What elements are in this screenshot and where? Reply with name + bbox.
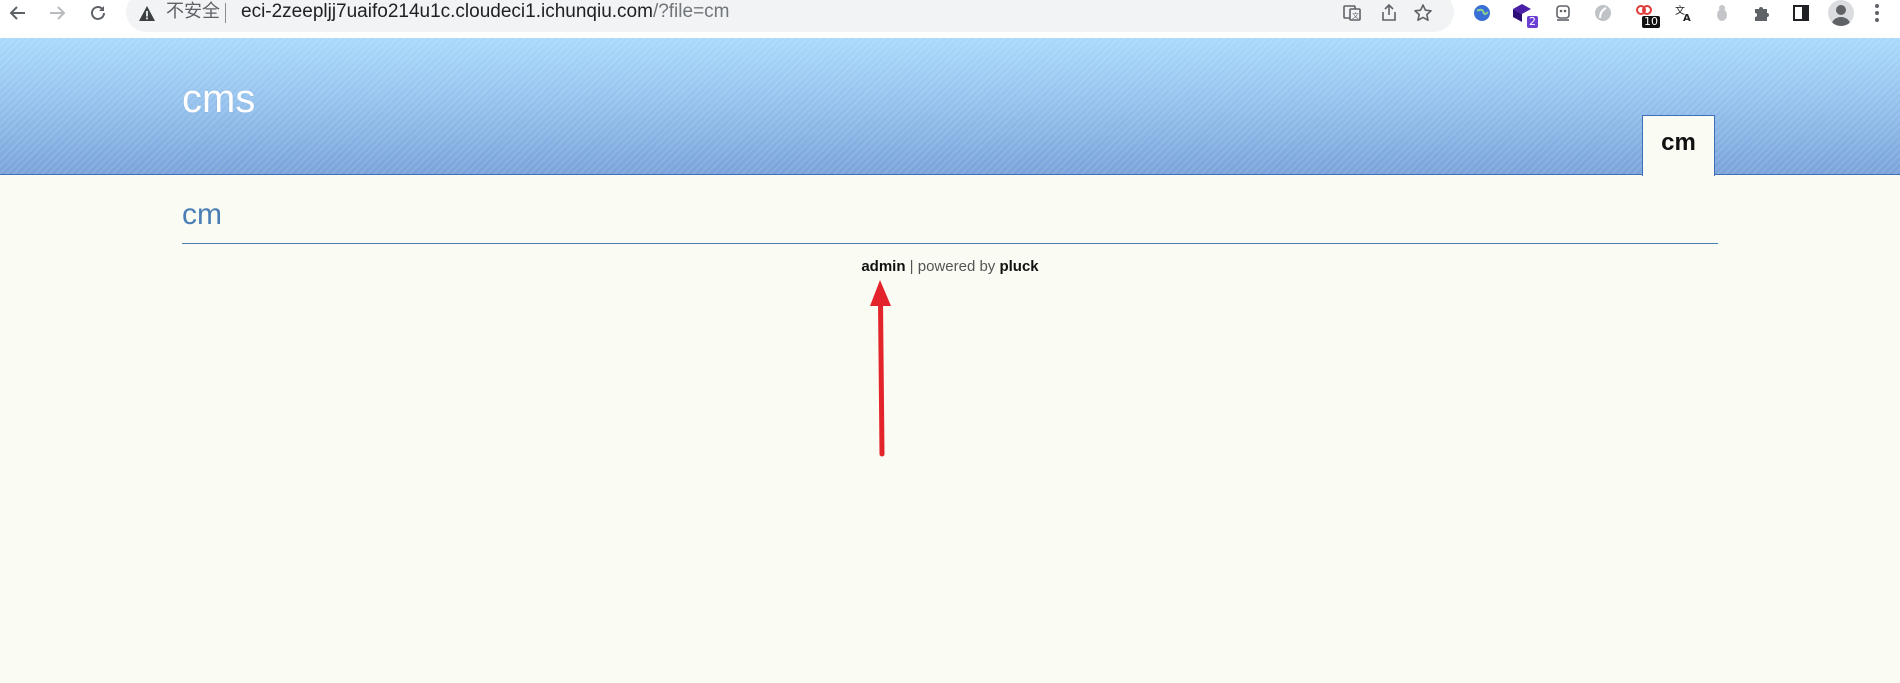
extensions-menu-button[interactable] xyxy=(1750,0,1774,26)
url-text[interactable]: eci-2zeepljj7uaifo214u1c.cloudeci1.ichun… xyxy=(241,1,730,23)
address-separator xyxy=(225,3,226,23)
site-header xyxy=(0,38,1900,175)
translate-extension-button[interactable]: 文A xyxy=(1672,0,1696,26)
link-extension-button[interactable]: 10 xyxy=(1632,0,1660,28)
admin-link[interactable]: admin xyxy=(861,258,905,275)
star-icon xyxy=(1414,4,1432,21)
purple-extension-button[interactable]: 2 xyxy=(1510,0,1538,28)
google-translate-icon: 文 xyxy=(1343,5,1361,21)
bookmark-button[interactable] xyxy=(1412,2,1434,24)
ghost-extension-button[interactable] xyxy=(1551,0,1575,26)
arrow-left-icon xyxy=(9,6,25,20)
svg-text:A: A xyxy=(1683,13,1691,23)
translate-page-button[interactable]: 文 xyxy=(1341,2,1363,24)
puzzle-grey-extension-button[interactable] xyxy=(1710,0,1734,26)
svg-text:文: 文 xyxy=(1352,11,1359,20)
address-bar[interactable]: 不安全 eci-2zeepljj7uaifo214u1c.cloudeci1.i… xyxy=(126,0,1454,32)
pluck-link[interactable]: pluck xyxy=(999,258,1038,275)
more-options-icon[interactable] xyxy=(1872,2,1882,24)
side-panel-icon xyxy=(1793,5,1809,21)
site-title[interactable]: cms xyxy=(182,76,255,122)
globe-extension-button[interactable] xyxy=(1470,0,1494,26)
heading-divider xyxy=(182,243,1718,244)
extension-badge-count: 10 xyxy=(1642,15,1660,28)
reload-button[interactable] xyxy=(84,0,112,26)
puzzle-icon xyxy=(1755,7,1769,21)
menu-item-cm[interactable]: cm xyxy=(1642,115,1715,176)
share-icon xyxy=(1382,3,1396,21)
extension-badge-count: 2 xyxy=(1527,15,1538,28)
profile-avatar-button[interactable] xyxy=(1828,0,1854,26)
globe-icon xyxy=(1474,5,1490,21)
arrow-right-icon xyxy=(50,6,66,20)
url-host: eci-2zeepljj7uaifo214u1c.cloudeci1.ichun… xyxy=(241,1,653,22)
footer: admin | powered by pluck xyxy=(0,258,1900,276)
annotation-arrow xyxy=(870,280,891,457)
warning-icon[interactable] xyxy=(138,5,156,23)
forward-button[interactable] xyxy=(43,0,71,26)
ghost-icon xyxy=(1556,5,1570,21)
side-panel-button[interactable] xyxy=(1789,0,1813,26)
bug-icon xyxy=(1717,5,1727,21)
grey-extension-button[interactable] xyxy=(1591,0,1615,26)
page-title: cm xyxy=(182,198,222,231)
browser-toolbar: 不安全 eci-2zeepljj7uaifo214u1c.cloudeci1.i… xyxy=(0,0,1900,38)
reload-icon xyxy=(91,5,105,20)
url-path: /?file=cm xyxy=(652,1,730,22)
share-button[interactable] xyxy=(1378,2,1400,24)
translate-icon: 文A xyxy=(1675,4,1691,23)
avatar-icon xyxy=(1831,5,1851,26)
back-button[interactable] xyxy=(4,0,32,26)
security-label[interactable]: 不安全 xyxy=(166,1,220,23)
grey-circle-icon xyxy=(1595,5,1611,21)
footer-powered-by: | powered by xyxy=(905,258,1000,275)
